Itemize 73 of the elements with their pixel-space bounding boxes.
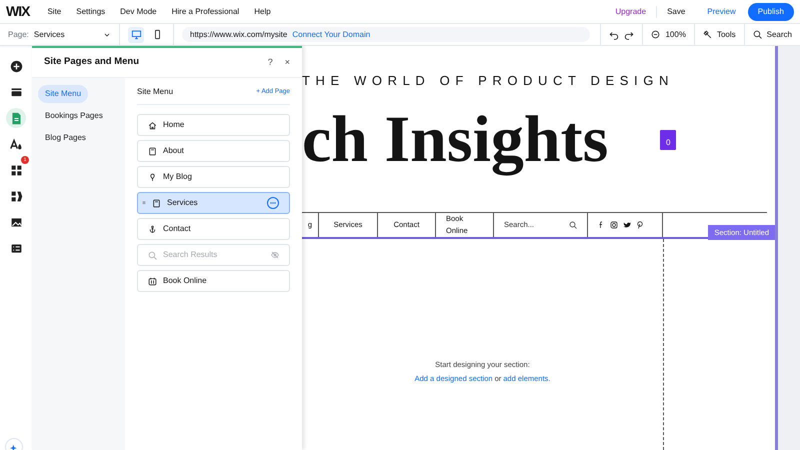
page-name: About	[163, 145, 184, 157]
category-tab[interactable]: Site Menu	[38, 85, 88, 103]
table-icon	[10, 242, 22, 254]
page-name: Search Results	[163, 249, 218, 261]
save-button[interactable]: Save	[657, 6, 696, 18]
apps-grid-icon	[10, 164, 22, 176]
instagram-icon[interactable]	[610, 220, 618, 228]
search-icon	[148, 250, 157, 260]
menu-item[interactable]: Help	[254, 6, 271, 18]
publish-button[interactable]: Publish	[748, 2, 794, 20]
help-button[interactable]: ?	[268, 56, 273, 70]
site-tagline: THE WORLD OF PRODUCT DESIGN	[302, 72, 675, 90]
page-button[interactable]	[6, 108, 26, 128]
preview-button[interactable]: Preview	[695, 6, 748, 18]
page-row[interactable]: Services	[137, 192, 290, 214]
tools-icon	[702, 30, 712, 39]
calendar-icon	[148, 276, 157, 286]
tools-label: Tools	[716, 28, 736, 40]
home-icon	[148, 120, 157, 130]
facebook-icon[interactable]	[597, 220, 605, 228]
desktop-icon-button[interactable]	[128, 26, 144, 42]
panel-title: Site Pages and Menu	[44, 55, 140, 70]
pen-nib-icon	[148, 172, 157, 182]
close-button[interactable]: ×	[284, 56, 290, 70]
page-icon	[10, 112, 22, 124]
page-row[interactable]: Home	[137, 114, 290, 136]
add-icon	[10, 60, 22, 72]
menu-item[interactable]: Dev Mode	[120, 6, 157, 18]
zoom-value: 100%	[665, 28, 686, 40]
category-tab[interactable]: Bookings Pages	[38, 107, 110, 125]
search-button[interactable]: Search	[744, 24, 800, 45]
page-icon	[152, 198, 161, 208]
bird-icon[interactable]	[623, 220, 631, 228]
wix-logo: WIX	[6, 2, 30, 21]
puzzle-icon	[10, 190, 22, 202]
site-url: https://www.wix.com/mysite	[190, 28, 288, 40]
menu-item[interactable]: Hire a Professional	[172, 6, 240, 18]
redo-icon[interactable]	[624, 30, 634, 40]
undo-icon[interactable]	[609, 30, 620, 40]
page-icon	[148, 146, 157, 156]
page-row[interactable]: My Blog	[137, 166, 290, 188]
page-name: Services	[167, 197, 198, 209]
list-title: Site Menu	[137, 86, 174, 98]
connect-domain-link[interactable]: Connect Your Domain	[292, 28, 370, 40]
image-icon	[10, 216, 22, 228]
hidden-eye-icon	[271, 251, 279, 259]
menu-item[interactable]: Settings	[76, 6, 106, 18]
page-name: My Blog	[163, 171, 192, 183]
zoom-out-icon	[651, 30, 660, 39]
sparkle-icon	[10, 442, 18, 450]
search-icon	[569, 220, 577, 228]
zoom-button[interactable]: 100%	[643, 24, 695, 45]
category-tab[interactable]: Blog Pages	[38, 129, 93, 147]
page-name: Book Online	[163, 275, 207, 287]
upgrade-link[interactable]: Upgrade	[605, 6, 658, 18]
menu-item[interactable]: Site	[47, 6, 62, 18]
page-label: Page:	[8, 28, 29, 40]
page-selector[interactable]: Services	[34, 28, 98, 40]
page-name: Home	[163, 119, 184, 131]
page-row[interactable]: Contact	[137, 218, 290, 240]
text-and-drop-icon	[10, 138, 22, 150]
anchor-icon	[148, 224, 157, 234]
page-row[interactable]: Book Online	[137, 270, 290, 292]
more-actions-button[interactable]	[267, 197, 279, 209]
tools-button[interactable]: Tools	[694, 24, 745, 45]
sections-icon	[10, 86, 22, 98]
desktop-icon	[130, 29, 142, 40]
page-name: Contact	[163, 223, 191, 235]
page-row[interactable]: About	[137, 140, 290, 162]
search-label: Search	[766, 28, 792, 40]
search-icon	[752, 30, 762, 39]
shopping-bag-button[interactable]: 0	[660, 130, 676, 150]
pin-p-icon[interactable]	[636, 220, 644, 228]
